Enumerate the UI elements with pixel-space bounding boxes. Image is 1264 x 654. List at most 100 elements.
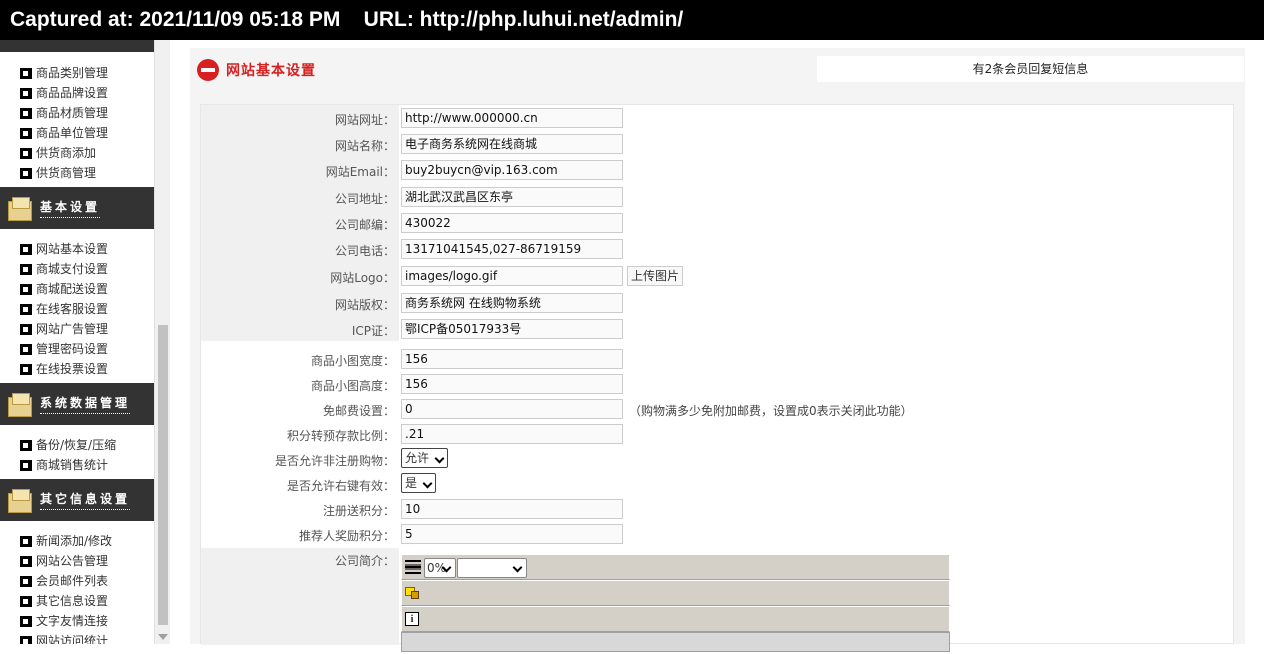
thumb-height-input[interactable]: 156	[401, 374, 623, 394]
folder-icon	[8, 489, 32, 513]
bullet-icon	[20, 575, 32, 587]
copyright-input[interactable]: 商务系统网 在线购物系统	[401, 293, 623, 313]
settings-form: 网站网址： http://www.000000.cn 网站名称： 电子商务系统网在线…	[200, 104, 1234, 652]
capture-banner: Captured at: 2021/11/09 05:18 PM URL: ht…	[0, 0, 1264, 40]
row-company-phone: 公司电话： 13171041545,027-86719159	[201, 236, 1233, 262]
page-header: 网站基本设置 有2条会员回复短信息	[190, 48, 1245, 90]
sidebar-section-data[interactable]: 系统数据管理	[0, 383, 154, 425]
site-email-input[interactable]: buy2buycn@vip.163.com	[401, 160, 623, 180]
info-icon[interactable]: i	[405, 612, 419, 626]
allow-right-click-select[interactable]: 是	[401, 473, 437, 493]
bullet-icon	[20, 147, 32, 159]
editor-content-area[interactable]	[401, 632, 950, 652]
row-allow-guest: 是否允许非注册购物： 允许	[201, 446, 1233, 472]
message-notice[interactable]: 有2条会员回复短信息	[817, 56, 1244, 82]
bullet-icon	[20, 127, 32, 139]
sidebar-item-service[interactable]: 在线客服设置	[0, 299, 154, 319]
bullet-icon	[20, 323, 32, 335]
bullet-icon	[20, 615, 32, 627]
zoom-select[interactable]: 0%	[424, 558, 456, 578]
sidebar-item-site-basic[interactable]: 网站基本设置	[0, 239, 154, 259]
minus-circle-icon	[197, 59, 219, 81]
row-site-email: 网站Email： buy2buycn@vip.163.com	[201, 157, 1233, 183]
editor-toolbar-1: 0%	[401, 554, 950, 580]
points-ratio-input[interactable]: .21	[401, 424, 623, 444]
sidebar-item-supplier-add[interactable]: 供货商添加	[0, 143, 154, 163]
sidebar-item-mail-list[interactable]: 会员邮件列表	[0, 571, 154, 591]
site-logo-input[interactable]: images/logo.gif	[401, 266, 623, 286]
site-name-input[interactable]: 电子商务系统网在线商城	[401, 134, 623, 154]
row-allow-right-click: 是否允许右键有效：是	[201, 471, 1233, 497]
bullet-icon	[20, 243, 32, 255]
sidebar-section-basic[interactable]: 基本设置	[0, 187, 154, 229]
font-select[interactable]	[457, 558, 527, 578]
sidebar-item-delivery[interactable]: 商城配送设置	[0, 279, 154, 299]
row-thumb-height: 商品小图高度： 156	[201, 371, 1233, 397]
free-shipping-input[interactable]: 0	[401, 399, 623, 419]
sidebar-item-vote[interactable]: 在线投票设置	[0, 359, 154, 379]
sidebar-item-ads[interactable]: 网站广告管理	[0, 319, 154, 339]
editor-toolbar-2	[401, 580, 950, 606]
rich-text-editor: 0% i	[401, 554, 950, 654]
company-address-input[interactable]: 湖北武汉武昌区东亭	[401, 187, 623, 207]
row-company-zip: 公司邮编： 430022	[201, 210, 1233, 236]
sidebar-item-links[interactable]: 文字友情连接	[0, 611, 154, 631]
row-thumb-width: 商品小图宽度： 156	[201, 346, 1233, 372]
sidebar-scrollbar[interactable]	[154, 40, 170, 644]
sidebar-item-supplier-manage[interactable]: 供货商管理	[0, 163, 154, 183]
row-site-name: 网站名称： 电子商务系统网在线商城	[201, 131, 1233, 157]
scrollbar-thumb[interactable]	[158, 325, 168, 625]
image-overlay-icon	[411, 591, 419, 599]
sidebar-header-partial	[0, 40, 154, 52]
sidebar-item-visit-stats[interactable]: 网站访问统计	[0, 631, 154, 644]
bullet-icon	[20, 535, 32, 547]
row-site-url: 网站网址： http://www.000000.cn	[201, 105, 1233, 131]
sidebar-item-news[interactable]: 新闻添加/修改	[0, 531, 154, 551]
bullet-icon	[20, 343, 32, 355]
sidebar-item-password[interactable]: 管理密码设置	[0, 339, 154, 359]
sidebar-item-announce[interactable]: 网站公告管理	[0, 551, 154, 571]
sidebar-item-unit[interactable]: 商品单位管理	[0, 123, 154, 143]
bullet-icon	[20, 107, 32, 119]
sidebar-item-category[interactable]: 商品类别管理	[0, 63, 154, 83]
upload-image-button[interactable]: 上传图片	[627, 266, 684, 286]
bullet-icon	[20, 459, 32, 471]
site-url-input[interactable]: http://www.000000.cn	[401, 108, 623, 128]
referral-points-input[interactable]: 5	[401, 524, 623, 544]
bullet-icon	[20, 67, 32, 79]
row-register-points: 注册送积分： 10	[201, 496, 1233, 522]
sidebar-item-payment[interactable]: 商城支付设置	[0, 259, 154, 279]
bullet-icon	[20, 439, 32, 451]
main-panel: 网站基本设置 有2条会员回复短信息 网站网址： http://www.000000…	[190, 48, 1245, 652]
folder-icon	[8, 40, 32, 52]
register-points-input[interactable]: 10	[401, 499, 623, 519]
allow-guest-select[interactable]: 允许	[401, 448, 449, 468]
editor-toolbar-3: i	[401, 606, 950, 632]
sidebar: 商品类别管理 商品品牌设置 商品材质管理 商品单位管理 供货商添加 供货商管理 …	[0, 40, 154, 644]
row-company-address: 公司地址： 湖北武汉武昌区东亭	[201, 184, 1233, 210]
row-icp: ICP证： 鄂ICP备05017933号	[201, 316, 1233, 342]
row-referral-points: 推荐人奖励积分： 5	[201, 521, 1233, 547]
bullet-icon	[20, 555, 32, 567]
scroll-down-arrow-icon[interactable]	[158, 634, 168, 640]
bullet-icon	[20, 283, 32, 295]
sidebar-item-brand[interactable]: 商品品牌设置	[0, 83, 154, 103]
bullet-icon	[20, 263, 32, 275]
sidebar-item-material[interactable]: 商品材质管理	[0, 103, 154, 123]
sidebar-section-other[interactable]: 其它信息设置	[0, 479, 154, 521]
bullet-icon	[20, 303, 32, 315]
icp-input[interactable]: 鄂ICP备05017933号	[401, 319, 623, 339]
row-free-shipping: 免邮费设置： 0 （购物满多少免附加邮费，设置成0表示关闭此功能）	[201, 396, 1233, 422]
company-zip-input[interactable]: 430022	[401, 213, 623, 233]
page-title: 网站基本设置	[226, 63, 316, 79]
bullet-icon	[20, 87, 32, 99]
sidebar-item-other-info[interactable]: 其它信息设置	[0, 591, 154, 611]
sidebar-item-sales-stats[interactable]: 商城销售统计	[0, 455, 154, 475]
free-shipping-hint: （购物满多少免附加邮费，设置成0表示关闭此功能）	[629, 404, 913, 418]
sidebar-item-backup[interactable]: 备份/恢复/压缩	[0, 435, 154, 455]
company-phone-input[interactable]: 13171041545,027-86719159	[401, 239, 623, 259]
paragraph-icon[interactable]	[405, 560, 421, 574]
thumb-width-input[interactable]: 156	[401, 349, 623, 369]
bullet-icon	[20, 635, 32, 644]
row-copyright: 网站版权： 商务系统网 在线购物系统	[201, 290, 1233, 316]
